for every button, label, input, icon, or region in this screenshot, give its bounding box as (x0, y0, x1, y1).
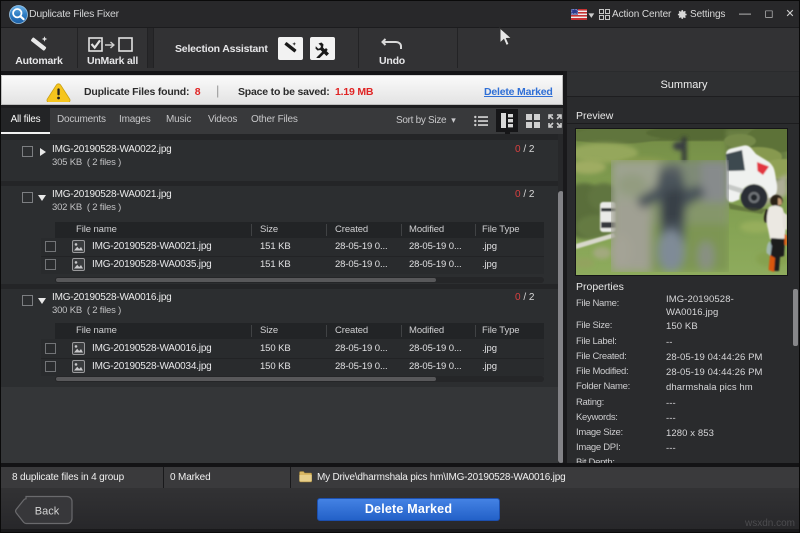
svg-text:Back: Back (35, 506, 60, 518)
